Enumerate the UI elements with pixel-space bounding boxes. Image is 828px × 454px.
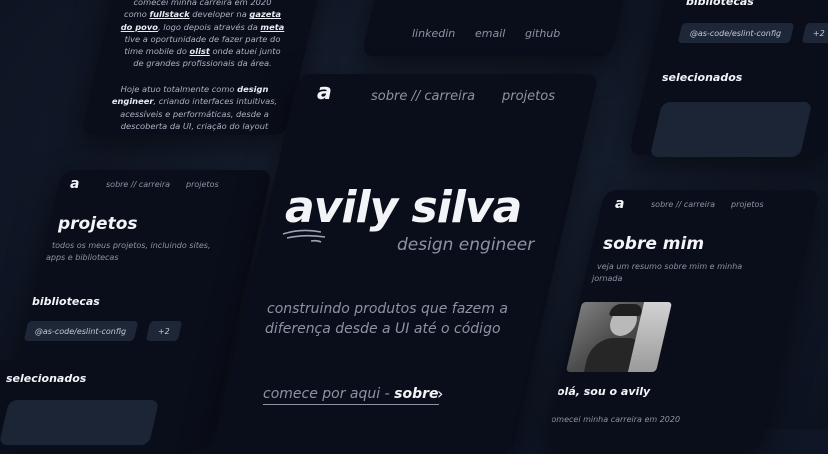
projects-selected-thumbnail[interactable] <box>0 400 160 445</box>
about-desc-2: jornada <box>592 274 623 283</box>
projects-title: projetos <box>58 214 138 234</box>
about-greeting: olá, sou o avily <box>557 385 651 398</box>
nav-about[interactable]: sobre // carreira <box>106 180 170 189</box>
link-github[interactable]: github <box>525 27 560 40</box>
about-nav-logo[interactable]: a <box>615 196 624 212</box>
about-title: sobre mim <box>603 234 705 254</box>
projects-desc-1: todos os meus projetos, incluindo sites, <box>52 241 211 250</box>
projects-chip-eslint[interactable]: @as-code/eslint-config <box>23 321 139 341</box>
card-about-text: comecei minha carreira em 2020 como full… <box>80 0 325 135</box>
hero-nav-projects[interactable]: projetos <box>502 89 555 104</box>
hero-tagline-1: construindo produtos que fazem a <box>267 301 508 317</box>
scribble-icon <box>282 229 326 243</box>
chip-eslint-config[interactable]: @as-code/eslint-config <box>677 23 795 43</box>
cta-about-link[interactable]: sobre <box>394 386 438 402</box>
selected-title: selecionados <box>662 71 743 84</box>
hero-nav-about[interactable]: sobre // carreira <box>371 89 475 104</box>
nav-projects[interactable]: projetos <box>186 180 219 189</box>
projects-libraries-title: bibliotecas <box>32 295 100 308</box>
about-paragraph-2: Hoje atuo totalmente como design enginee… <box>111 84 278 131</box>
hero-cta[interactable]: comece por aqui - sobre <box>263 386 439 405</box>
link-email[interactable]: email <box>475 27 505 40</box>
chevron-right-icon[interactable]: › <box>437 384 443 403</box>
avatar <box>565 302 673 372</box>
link-linkedin[interactable]: linkedin <box>412 27 455 40</box>
about-nav-about[interactable]: sobre // carreira <box>651 200 715 209</box>
about-desc-1: veja um resumo sobre mim e minha <box>597 262 743 271</box>
link-meta[interactable]: meta <box>260 22 284 32</box>
hero-tagline-2: diferença desde a UI até o código <box>265 321 501 337</box>
about-career: comecei minha carreira em 2020 <box>547 415 681 424</box>
chip-more[interactable]: +2 <box>801 23 828 43</box>
nav-logo[interactable]: a <box>70 176 79 192</box>
link-olist[interactable]: olist <box>190 46 210 56</box>
about-paragraph-1: comecei minha carreira em 2020 como full… <box>120 0 285 69</box>
projects-desc-2: apps e bibliotecas <box>46 253 119 262</box>
hero-logo[interactable]: a <box>317 80 332 105</box>
hero-role: design engineer <box>397 235 535 255</box>
card-contact: linkedin email github <box>361 0 629 56</box>
link-gazeta[interactable]: gazeta <box>249 9 281 19</box>
link-do-povo[interactable]: do povo <box>121 22 158 32</box>
projects-chip-more[interactable]: +2 <box>145 321 183 341</box>
projects-selected-title: selecionados <box>6 372 87 385</box>
libraries-title: bibliotecas <box>686 0 754 8</box>
about-nav-projects[interactable]: projetos <box>731 200 764 209</box>
selected-project-thumbnail[interactable] <box>649 102 813 157</box>
